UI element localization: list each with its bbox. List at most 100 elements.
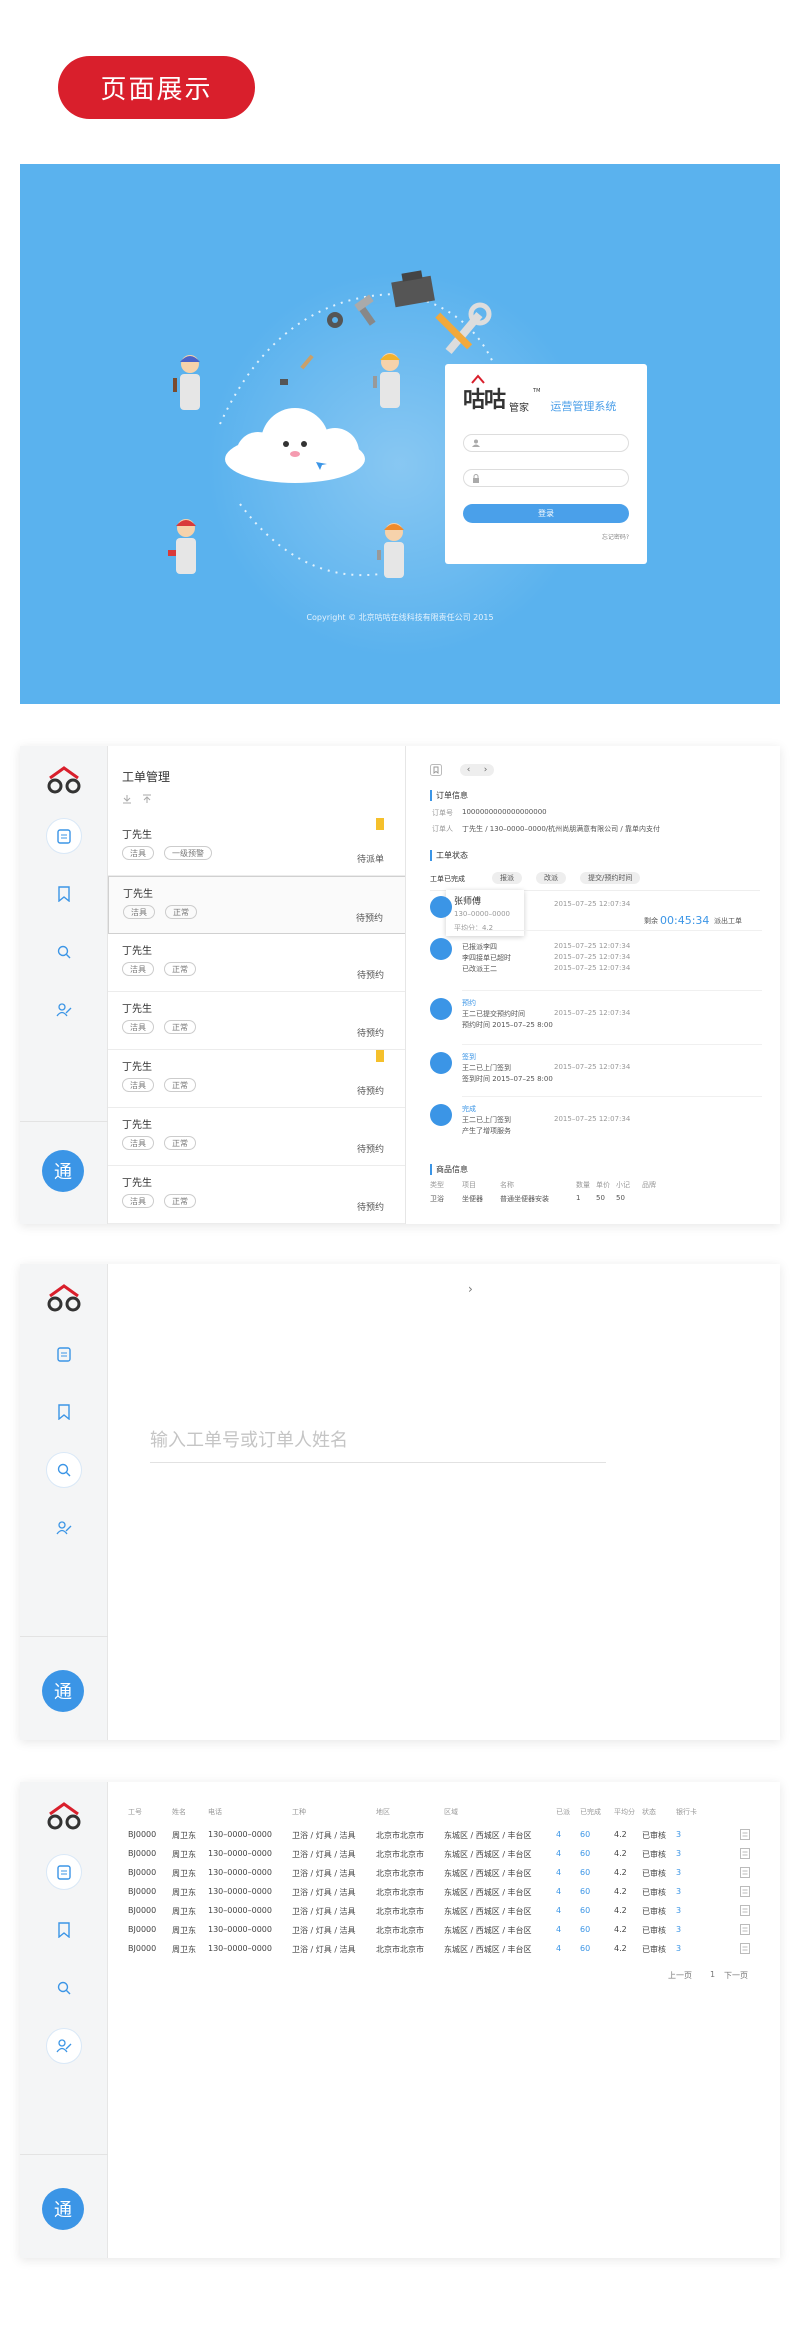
timeline-text: 签到时间 2015–07–25 8:00 [462, 1075, 553, 1083]
clipboard-icon [57, 1347, 71, 1362]
edit-document-icon[interactable] [740, 1924, 750, 1935]
timeline-text: 王二已提交预约时间 [462, 1010, 525, 1018]
timeline-time: 2015–07–25 12:07:34 [554, 900, 631, 908]
nav-arrows: ‹ › [460, 764, 494, 776]
notification-button[interactable]: 通 [42, 1670, 84, 1712]
table-header: 姓名 [172, 1808, 186, 1816]
table-header: 电话 [208, 1808, 222, 1816]
brand-name: 咕咕 [463, 388, 506, 413]
edit-document-icon[interactable] [740, 1905, 750, 1916]
table-cell: 北京市北京市 [376, 1907, 424, 1916]
collapse-chevron-icon[interactable]: › [468, 1282, 473, 1296]
upload-icon[interactable] [142, 794, 152, 804]
nav-user-edit[interactable] [46, 992, 82, 1028]
table-cell: 4.2 [614, 1887, 627, 1896]
list-item[interactable]: 丁先生 洁具 一级预警 待派单 [108, 818, 405, 876]
prev-page-link[interactable]: 上一页 [668, 1970, 692, 1981]
table-cell: BJ0000 [128, 1925, 157, 1934]
brand-logo-icon [47, 766, 81, 794]
list-item[interactable]: 丁先生 洁具 正常 待预约 [108, 1166, 405, 1224]
table-cell: 已审核 [642, 1907, 666, 1916]
table-cell: BJ0000 [128, 1906, 157, 1915]
tab-appointment[interactable]: 提交/预约时间 [580, 872, 641, 884]
table-cell: 东城区 / 西城区 / 丰台区 [444, 1831, 532, 1840]
tab-completed[interactable]: 工单已完成 [430, 874, 465, 884]
sidebar: 通 [20, 746, 108, 1224]
divider [462, 1044, 762, 1045]
bookmark-flag-icon [376, 818, 384, 830]
table-cell: 4 [556, 1887, 562, 1896]
nav-workorder[interactable] [46, 1854, 82, 1890]
workorder-screen: 通 工单管理 丁先生 洁具 一级预警 待派单 丁先生 洁具 正常 待预约 丁先生 洁具 正常 待预约丁… [20, 746, 780, 1224]
brand-logo-icon [47, 1284, 81, 1312]
list-item[interactable]: 丁先生 洁具 正常 待预约 [108, 1050, 405, 1108]
remain-suffix: 派出工单 [714, 917, 742, 925]
nav-bookmark[interactable] [46, 876, 82, 912]
edit-document-icon[interactable] [740, 1867, 750, 1878]
nav-bookmark[interactable] [46, 1912, 82, 1948]
login-button[interactable]: 登录 [463, 504, 629, 523]
worker-figure [168, 519, 196, 574]
remain-time: 00:45:34 [660, 914, 710, 927]
goods-header: 数量 [576, 1181, 590, 1189]
table-cell: 60 [580, 1868, 591, 1877]
list-item[interactable]: 丁先生 洁具 正常 待预约 [108, 1108, 405, 1166]
status-text: 待预约 [356, 971, 384, 981]
timeline-step-icon [430, 896, 452, 918]
table-cell: 60 [580, 1906, 591, 1915]
list-item[interactable]: 丁先生 洁具 正常 待预约 [108, 992, 405, 1050]
bookmark-icon[interactable] [430, 764, 442, 776]
notification-button[interactable]: 通 [42, 1150, 84, 1192]
username-input[interactable] [463, 434, 629, 452]
nav-workorder[interactable] [46, 1336, 82, 1372]
nav-search[interactable] [46, 934, 82, 970]
prev-arrow-icon[interactable]: ‹ [467, 765, 471, 775]
customer-name: 丁先生 [122, 1178, 152, 1189]
table-cell: 周卫东 [172, 1831, 196, 1840]
forgot-password-link[interactable]: 忘记密码? [602, 532, 629, 541]
table-cell: 周卫东 [172, 1869, 196, 1878]
list-item[interactable]: 丁先生 洁具 正常 待预约 [108, 876, 405, 934]
next-arrow-icon[interactable]: › [484, 765, 488, 775]
search-input[interactable]: 输入工单号或订单人姓名 [150, 1426, 348, 1452]
tech-phone: 130–0000–0000 [454, 910, 510, 918]
password-input[interactable] [463, 469, 629, 487]
nav-workorder[interactable] [46, 818, 82, 854]
download-icon[interactable] [122, 794, 132, 804]
edit-document-icon[interactable] [740, 1886, 750, 1897]
edit-document-icon[interactable] [740, 1829, 750, 1840]
table-cell: 东城区 / 西城区 / 丰台区 [444, 1907, 532, 1916]
table-cell: 130–0000–0000 [208, 1849, 272, 1858]
goods-header: 名称 [500, 1181, 514, 1189]
edit-document-icon[interactable] [740, 1848, 750, 1859]
table-cell: 4.2 [614, 1849, 627, 1858]
nav-user-edit[interactable] [46, 1510, 82, 1546]
table-cell: 周卫东 [172, 1926, 196, 1935]
section-title: 页面展示 [58, 56, 255, 119]
goods-cell: 坐便器 [462, 1195, 483, 1203]
page-number[interactable]: 1 [710, 1970, 715, 1979]
next-page-link[interactable]: 下一页 [724, 1970, 748, 1981]
nav-search[interactable] [46, 1452, 82, 1488]
list-item[interactable]: 丁先生 洁具 正常 待预约 [108, 934, 405, 992]
goods-header: 单价 [596, 1181, 610, 1189]
nav-user-edit[interactable] [46, 2028, 82, 2064]
workorder-detail: ‹ › 订单信息 订单号 1000000000000000000 订单人 丁先生 … [406, 746, 780, 1224]
category-tag: 洁具 [122, 1194, 154, 1208]
cloud-mascot [225, 408, 365, 483]
edit-document-icon[interactable] [740, 1943, 750, 1954]
table-header: 区域 [444, 1808, 458, 1816]
technician-table-screen: 通 工号 姓名 电话 工种 地区 区域 已派 已完成 平均分 状态 银行卡 BJ0000 周卫东 130–… [20, 1782, 780, 2258]
nav-search[interactable] [46, 1970, 82, 2006]
timeline-text: 王二已上门签到 [462, 1064, 511, 1072]
nav-bookmark[interactable] [46, 1394, 82, 1430]
tab-dispatch[interactable]: 报派 [492, 872, 522, 884]
table-cell: 130–0000–0000 [208, 1925, 272, 1934]
timeline-time: 2015–07–25 12:07:34 [554, 1115, 631, 1123]
tab-reassign[interactable]: 改派 [536, 872, 566, 884]
category-tag: 洁具 [122, 846, 154, 860]
timeline-step-title: 预约 [462, 999, 476, 1007]
timeline-text: 预约时间 2015–07–25 8:00 [462, 1021, 553, 1029]
table-cell: 已审核 [642, 1869, 666, 1878]
notification-button[interactable]: 通 [42, 2188, 84, 2230]
